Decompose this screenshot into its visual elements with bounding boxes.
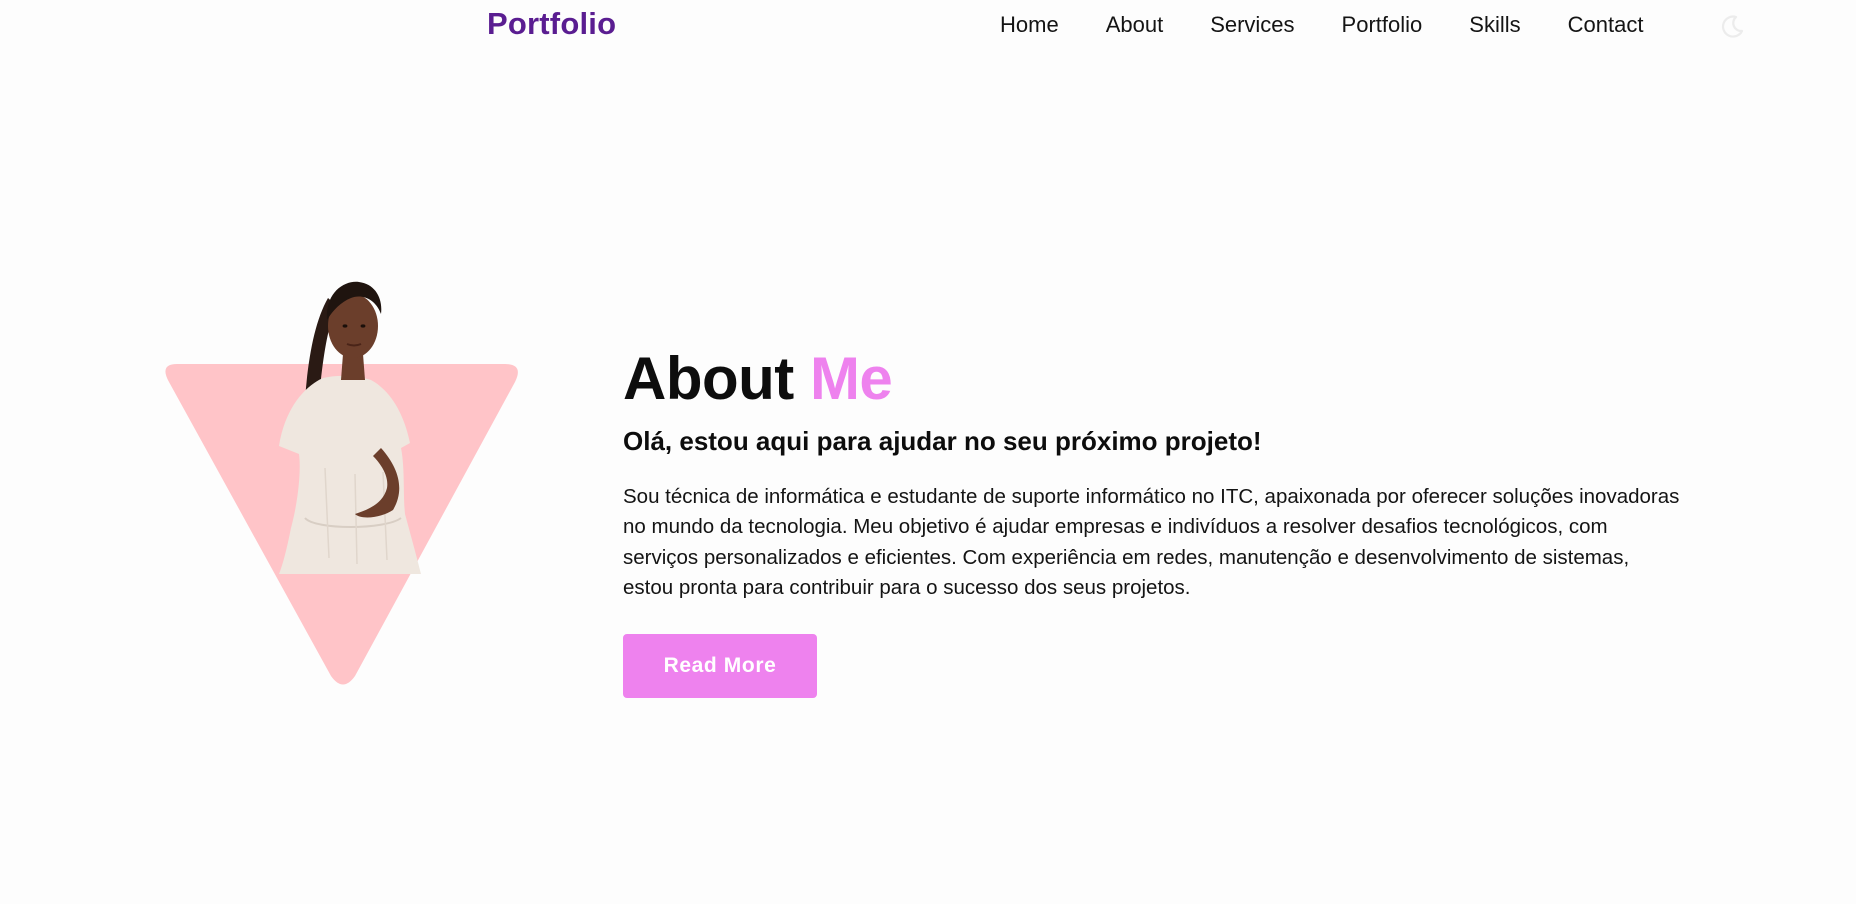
theme-toggle-button[interactable]: [1719, 14, 1745, 40]
site-header: Portfolio Home About Services Portfolio …: [0, 0, 1856, 54]
about-title-accent: Me: [809, 345, 893, 412]
moon-icon: [1721, 15, 1744, 38]
nav-link-contact[interactable]: Contact: [1568, 12, 1644, 38]
read-more-button[interactable]: Read More: [623, 634, 817, 698]
nav-link-home[interactable]: Home: [1000, 12, 1059, 38]
nav-link-about[interactable]: About: [1106, 12, 1164, 38]
about-title: About Me: [623, 344, 1683, 414]
site-logo[interactable]: Portfolio: [487, 6, 616, 42]
about-section: About Me Olá, estou aqui para ajudar no …: [623, 344, 1683, 603]
nav-link-services[interactable]: Services: [1210, 12, 1294, 38]
about-image: [155, 268, 525, 688]
main-nav: Home About Services Portfolio Skills Con…: [1000, 12, 1643, 38]
about-subtitle: Olá, estou aqui para ajudar no seu próxi…: [623, 426, 1262, 456]
about-description: Sou técnica de informática e estudante d…: [623, 485, 1680, 599]
profile-illustration: [165, 281, 518, 685]
nav-link-skills[interactable]: Skills: [1469, 12, 1520, 38]
page: Portfolio Home About Services Portfolio …: [0, 0, 1856, 904]
about-title-main: About: [623, 345, 794, 412]
nav-link-portfolio[interactable]: Portfolio: [1342, 12, 1423, 38]
person-figure: [279, 281, 421, 574]
